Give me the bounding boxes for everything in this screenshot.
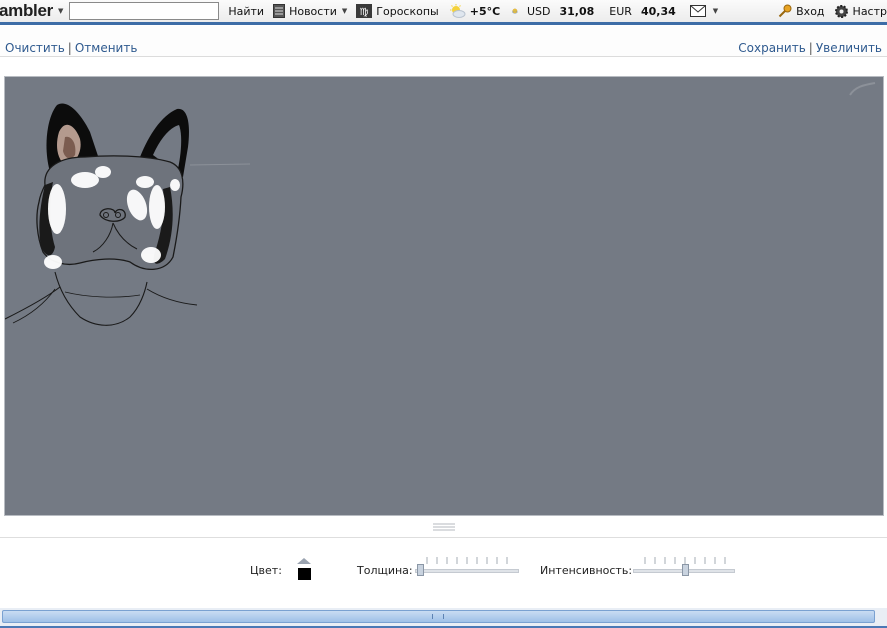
horizontal-scrollbar[interactable]	[0, 608, 887, 628]
settings-label: Настр	[852, 4, 887, 18]
save-link[interactable]: Сохранить	[738, 41, 806, 55]
news-dropdown-icon[interactable]: ▼	[342, 7, 347, 15]
thickness-slider[interactable]	[415, 556, 519, 576]
eur-value: 40,34	[640, 4, 676, 18]
envelope-icon	[689, 5, 706, 17]
find-button[interactable]: Найти	[228, 5, 264, 18]
top-toolbar: ambler ▼ Найти Новости ▼ ♍ Гороскопы +5°…	[0, 0, 887, 23]
zoom-link[interactable]: Увеличить	[816, 41, 882, 55]
sun-cloud-icon	[449, 4, 466, 18]
key-icon	[778, 4, 792, 18]
search-input[interactable]	[69, 2, 220, 20]
separator: |	[67, 41, 72, 55]
resize-grip[interactable]	[433, 522, 455, 531]
thickness-thumb[interactable]	[417, 564, 424, 576]
rambler-logo[interactable]: ambler	[0, 1, 53, 21]
horoscopes-link[interactable]: ♍ Гороскопы	[356, 4, 439, 18]
horoscopes-label: Гороскопы	[376, 4, 439, 18]
undo-link[interactable]: Отменить	[75, 41, 138, 55]
intensity-slider[interactable]	[633, 556, 735, 576]
thickness-ticks	[426, 557, 508, 564]
svg-text:♍: ♍	[360, 7, 369, 18]
weather-value: +5°C	[469, 4, 501, 18]
usd-value: 31,08	[559, 4, 595, 18]
login-link[interactable]: Вход	[778, 4, 825, 18]
mail-menu[interactable]: ▼	[689, 5, 724, 17]
gear-icon	[834, 4, 848, 18]
logo-dropdown-icon[interactable]: ▼	[58, 7, 63, 15]
eur-label: EUR	[609, 4, 632, 18]
intensity-thumb[interactable]	[682, 564, 689, 576]
color-picker-arrow-icon[interactable]	[297, 558, 311, 564]
news-label: Новости	[289, 4, 337, 18]
settings-link[interactable]: Настр	[834, 4, 887, 19]
dog-drawing	[5, 82, 876, 326]
actions-bar: Очистить | Отменить Сохранить | Увеличить	[0, 26, 887, 57]
login-label: Вход	[796, 4, 825, 18]
separator: |	[808, 41, 813, 55]
news-menu[interactable]: Новости ▼	[273, 4, 347, 18]
toolbar-accent-line	[0, 22, 887, 25]
usd-label: USD	[526, 4, 551, 18]
currency-icon[interactable]	[512, 4, 518, 18]
clear-link[interactable]: Очистить	[5, 41, 65, 55]
right-actions: Сохранить | Увеличить	[738, 41, 882, 55]
color-label: Цвет:	[250, 564, 282, 577]
left-actions: Очистить | Отменить	[5, 41, 137, 55]
color-swatch[interactable]	[298, 568, 311, 580]
news-icon	[273, 4, 286, 18]
zodiac-icon: ♍	[356, 4, 373, 18]
intensity-label: Интенсивность:	[540, 564, 633, 577]
thickness-track[interactable]	[415, 569, 519, 573]
weather-widget[interactable]: +5°C	[448, 4, 500, 18]
scrollbar-grip-icon	[432, 614, 444, 619]
thickness-label: Толщина:	[357, 564, 413, 577]
drawing-canvas[interactable]	[4, 76, 884, 516]
mail-dropdown-icon[interactable]: ▼	[713, 7, 718, 15]
